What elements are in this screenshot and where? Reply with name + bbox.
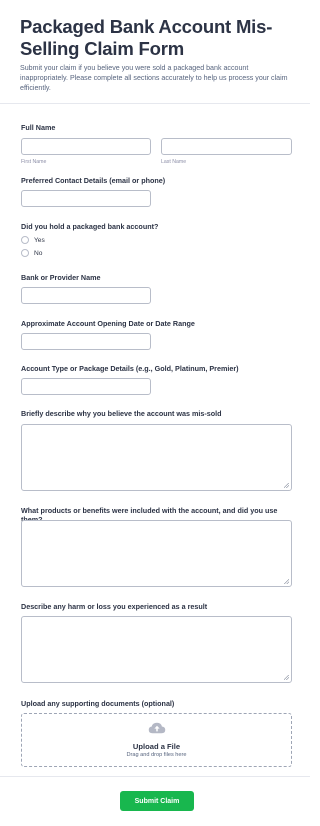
bank-label: Bank or Provider Name [21, 273, 101, 282]
form-footer: Submit Claim [0, 776, 310, 826]
account-type-label: Account Type or Package Details (e.g., G… [21, 364, 239, 373]
opening-date-question: Approximate Account Opening Date or Date… [21, 319, 293, 355]
contact-input[interactable] [21, 190, 151, 207]
opening-date-label: Approximate Account Opening Date or Date… [21, 319, 195, 328]
bank-input[interactable] [21, 287, 151, 304]
mis-sold-question: Briefly describe why you believe the acc… [21, 409, 293, 494]
radio-label-yes: Yes [34, 236, 45, 244]
contact-question: Preferred Contact Details (email or phon… [21, 176, 293, 212]
radio-option-no[interactable]: No [21, 249, 42, 257]
packaged-account-question: Did you hold a packaged bank account? Ye… [21, 222, 293, 262]
harm-textarea[interactable] [21, 616, 292, 683]
mis-sold-label: Briefly describe why you believe the acc… [21, 409, 222, 418]
bank-question: Bank or Provider Name [21, 273, 293, 309]
account-type-question: Account Type or Package Details (e.g., G… [21, 364, 293, 400]
cloud-upload-icon [148, 722, 166, 734]
packaged-account-label: Did you hold a packaged bank account? [21, 222, 159, 231]
first-name-sublabel: First Name [21, 159, 47, 165]
mis-sold-textarea[interactable] [21, 424, 292, 491]
radio-circle[interactable] [21, 249, 29, 257]
form-title: Packaged Bank Account Mis-Selling Claim … [20, 16, 273, 59]
last-name-input[interactable] [161, 138, 292, 155]
file-upload-dropzone[interactable]: Upload a File Drag and drop files here [21, 713, 292, 767]
contact-label: Preferred Contact Details (email or phon… [21, 176, 166, 185]
benefits-question: What products or benefits were included … [21, 506, 293, 591]
harm-label: Describe any harm or loss you experience… [21, 602, 208, 611]
last-name-sublabel: Last Name [161, 159, 187, 165]
radio-option-yes[interactable]: Yes [21, 236, 45, 244]
resize-handle-icon[interactable] [284, 675, 289, 680]
resize-handle-icon[interactable] [284, 483, 289, 488]
radio-label-no: No [34, 249, 43, 257]
form-header: Packaged Bank Account Mis-Selling Claim … [0, 0, 310, 104]
harm-question: Describe any harm or loss you experience… [21, 602, 293, 687]
account-type-input[interactable] [21, 378, 151, 395]
upload-subtitle: Drag and drop files here [126, 752, 187, 758]
upload-label: Upload any supporting documents (optiona… [21, 699, 175, 708]
form-description: Submit your claim if you believe you wer… [20, 64, 288, 92]
upload-title: Upload a File [132, 742, 181, 751]
benefits-textarea[interactable] [21, 520, 292, 587]
first-name-input[interactable] [21, 138, 151, 155]
radio-circle[interactable] [21, 236, 29, 244]
opening-date-input[interactable] [21, 333, 151, 350]
upload-question: Upload any supporting documents (optiona… [21, 699, 293, 769]
full-name-question: Full Name First Name Last Name [21, 123, 293, 168]
resize-handle-icon[interactable] [284, 579, 289, 584]
submit-claim-button[interactable]: Submit Claim [120, 791, 194, 811]
full-name-label: Full Name [21, 123, 56, 132]
